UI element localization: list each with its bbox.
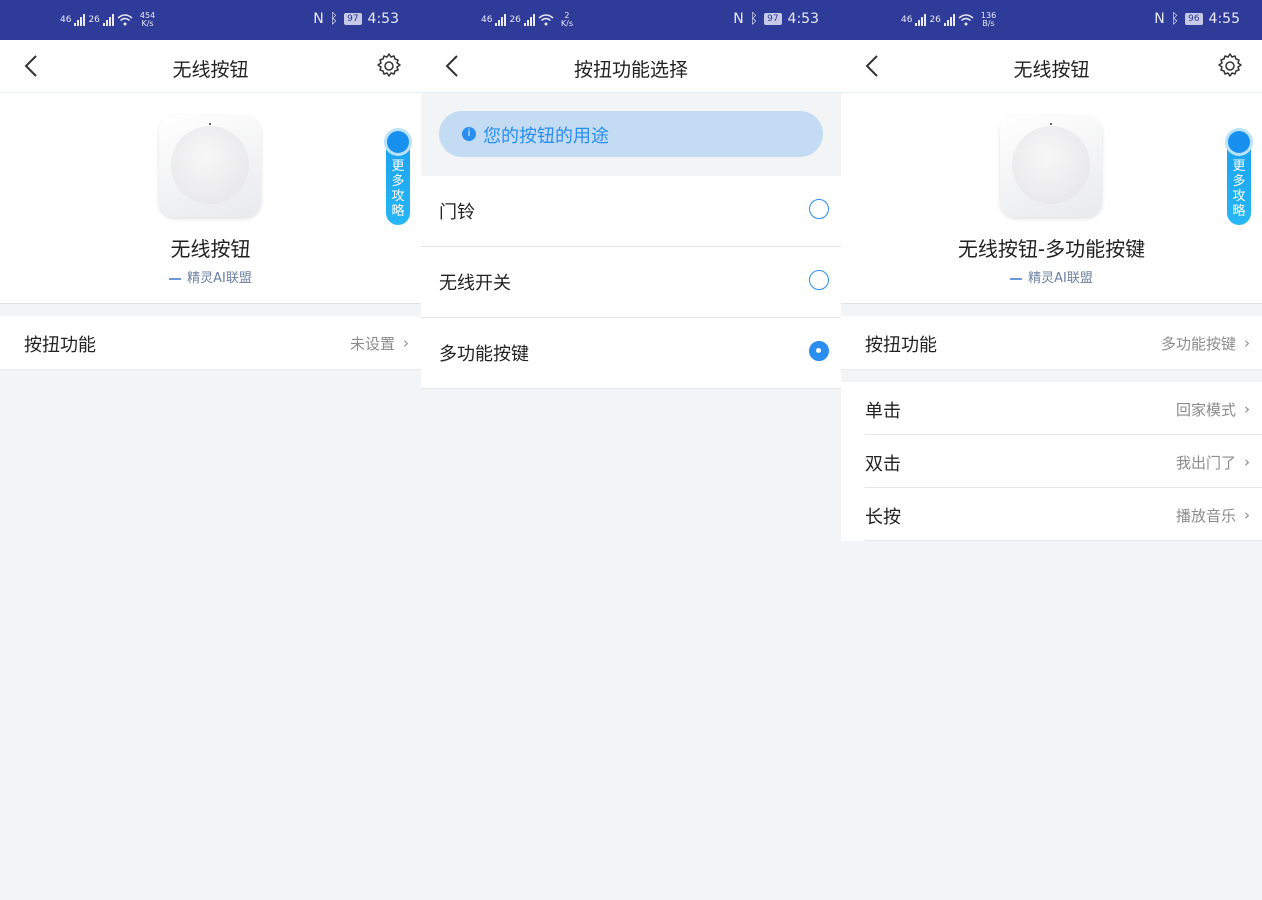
device-card: 无线按钮-多功能按键 精灵AI联盟 更 多 攻 略: [841, 93, 1262, 304]
radio-icon[interactable]: [809, 199, 829, 219]
signal-type-label: 46: [481, 15, 493, 25]
button-function-row[interactable]: 按扭功能 未设置 ›: [0, 316, 421, 370]
nfc-icon: N: [1154, 11, 1165, 27]
action-label: 长按: [865, 507, 901, 528]
info-icon: i: [462, 127, 476, 141]
device-name: 无线按钮: [170, 237, 251, 261]
clock: 4:55: [1208, 11, 1240, 27]
guide-ball-icon: [1228, 131, 1250, 153]
net-speed-unit: K/s: [560, 19, 574, 28]
status-bar: 46 26 2 K/s N ᛒ 97 4:53: [421, 0, 841, 40]
chevron-right-icon: ›: [1244, 400, 1250, 418]
wifi-icon: [538, 14, 554, 26]
screen-device-configured: 46 26 136 B/s N ᛒ 96 4:55 无线按钮 无线按钮-多功能按键…: [841, 0, 1262, 900]
brand-text: 精灵AI联盟: [187, 271, 252, 286]
bluetooth-icon: ᛒ: [749, 11, 759, 27]
action-row-double-click[interactable]: 双击 我出门了 ›: [841, 435, 1262, 488]
nav-bar: 无线按钮: [0, 40, 421, 93]
chevron-right-icon: ›: [1244, 506, 1250, 524]
brand-label: 精灵AI联盟: [0, 267, 421, 286]
option-doorbell[interactable]: 门铃: [421, 176, 841, 247]
signal-icon: [915, 14, 927, 26]
row-value: 多功能按键: [1160, 335, 1236, 353]
signal-type-label: 46: [60, 15, 72, 25]
chevron-right-icon: ›: [1244, 334, 1250, 352]
battery-icon: 97: [764, 13, 782, 25]
more-guide-label: 更 多 攻 略: [1232, 159, 1246, 219]
option-wireless-switch[interactable]: 无线开关: [421, 247, 841, 318]
signal-icon: [523, 14, 535, 26]
signal-icon: [102, 14, 114, 26]
net-speed-unit: B/s: [982, 19, 995, 28]
action-row-single-click[interactable]: 单击 回家模式 ›: [841, 382, 1262, 435]
device-card: 无线按钮 精灵AI联盟 更 多 攻 略: [0, 93, 421, 304]
signal-type-label: 46: [901, 15, 913, 25]
nfc-icon: N: [733, 11, 744, 27]
gear-icon[interactable]: [375, 52, 403, 80]
nav-bar: 无线按钮: [841, 40, 1262, 93]
brand-text: 精灵AI联盟: [1028, 271, 1093, 286]
screen-device-unset: 46 26 454 K/s N ᛒ 97 4:53 无线按钮 无线按钮 精灵AI联…: [0, 0, 421, 900]
wifi-icon: [117, 14, 133, 26]
action-label: 单击: [865, 401, 901, 422]
signal-icon: [943, 14, 955, 26]
page-title: 无线按钮: [172, 59, 249, 81]
row-value: 未设置: [349, 335, 395, 353]
signal-type-label: 26: [929, 15, 941, 25]
guide-ball-icon: [387, 131, 409, 153]
brand-icon: [169, 277, 182, 280]
option-multifunction[interactable]: 多功能按键: [421, 318, 841, 389]
info-text: 您的按钮的用途: [483, 126, 609, 147]
button-function-row[interactable]: 按扭功能 多功能按键 ›: [841, 316, 1262, 370]
more-guide-label: 更 多 攻 略: [391, 159, 405, 219]
bluetooth-icon: ᛒ: [1170, 11, 1180, 27]
signal-icon: [495, 14, 507, 26]
page-title: 按扭功能选择: [573, 59, 688, 81]
battery-icon: 97: [344, 13, 362, 25]
battery-icon: 96: [1185, 13, 1203, 25]
signal-type-label: 26: [509, 15, 521, 25]
device-image: [1000, 115, 1102, 217]
net-speed-unit: K/s: [141, 19, 154, 28]
action-label: 双击: [865, 454, 901, 475]
info-section: i 您的按钮的用途: [421, 93, 841, 176]
brand-label: 精灵AI联盟: [841, 267, 1262, 286]
action-row-long-press[interactable]: 长按 播放音乐 ›: [841, 488, 1262, 541]
more-guide-button[interactable]: 更 多 攻 略: [1227, 131, 1251, 225]
wifi-icon: [958, 14, 974, 26]
status-bar: 46 26 136 B/s N ᛒ 96 4:55: [841, 0, 1262, 40]
action-value: 我出门了: [1175, 454, 1236, 472]
signal-type-label: 26: [88, 15, 100, 25]
page-title: 无线按钮: [1013, 59, 1090, 81]
row-label: 按扭功能: [865, 335, 937, 356]
device-name: 无线按钮-多功能按键: [957, 237, 1146, 261]
clock: 4:53: [367, 11, 399, 27]
status-bar: 46 26 454 K/s N ᛒ 97 4:53: [0, 0, 421, 40]
nav-bar: 按扭功能选择: [421, 40, 841, 93]
signal-icon: [74, 14, 86, 26]
bluetooth-icon: ᛒ: [329, 11, 339, 27]
clock: 4:53: [787, 11, 819, 27]
device-image: [159, 115, 261, 217]
screen-function-select: 46 26 2K/s N ᛒ 97 4:53 按扭功能选择 i 您的按钮的用途: [421, 0, 841, 900]
option-label: 门铃: [439, 202, 475, 223]
info-banner: i 您的按钮的用途: [439, 111, 823, 157]
nfc-icon: N: [313, 11, 324, 27]
option-label: 无线开关: [439, 273, 511, 294]
brand-icon: [1010, 277, 1023, 280]
radio-selected-icon[interactable]: [809, 341, 829, 361]
chevron-right-icon: ›: [403, 334, 409, 352]
action-value: 回家模式: [1175, 401, 1236, 419]
gear-icon[interactable]: [1216, 52, 1244, 80]
more-guide-button[interactable]: 更 多 攻 略: [386, 131, 410, 225]
radio-icon[interactable]: [809, 270, 829, 290]
action-list: 单击 回家模式 › 双击 我出门了 › 长按 播放音乐 ›: [841, 382, 1262, 541]
row-label: 按扭功能: [24, 335, 96, 356]
option-label: 多功能按键: [439, 344, 529, 365]
chevron-right-icon: ›: [1244, 453, 1250, 471]
action-value: 播放音乐: [1175, 507, 1236, 525]
